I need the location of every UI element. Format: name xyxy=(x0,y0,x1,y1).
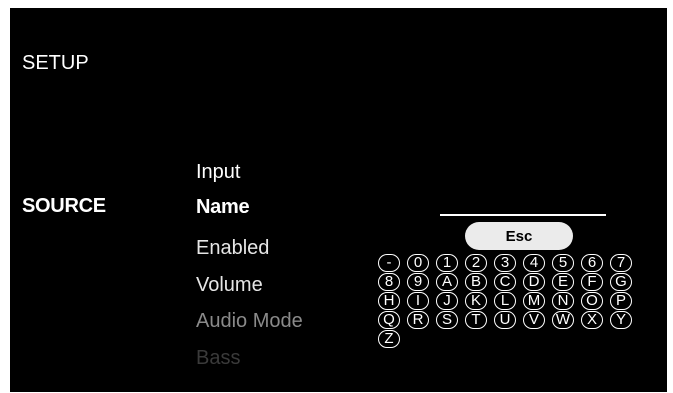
key-b[interactable]: B xyxy=(465,273,487,291)
section-label-source: SOURCE xyxy=(22,195,106,217)
key-u[interactable]: U xyxy=(494,311,516,329)
key-f[interactable]: F xyxy=(581,273,603,291)
page-title: SETUP xyxy=(22,52,89,74)
key-5[interactable]: 5 xyxy=(552,254,574,272)
key-a[interactable]: A xyxy=(436,273,458,291)
key-8[interactable]: 8 xyxy=(378,273,400,291)
key-o[interactable]: O xyxy=(581,292,603,310)
key-s[interactable]: S xyxy=(436,311,458,329)
key-e[interactable]: E xyxy=(552,273,574,291)
key-z[interactable]: Z xyxy=(378,330,400,348)
menu-item-audio-mode[interactable]: Audio Mode xyxy=(196,310,303,333)
menu-item-name[interactable]: Name xyxy=(196,196,250,219)
key-n[interactable]: N xyxy=(552,292,574,310)
menu-item-input[interactable]: Input xyxy=(196,161,240,184)
key-v[interactable]: V xyxy=(523,311,545,329)
key-9[interactable]: 9 xyxy=(407,273,429,291)
key-m[interactable]: M xyxy=(523,292,545,310)
key-p[interactable]: P xyxy=(610,292,632,310)
key-l[interactable]: L xyxy=(494,292,516,310)
key-2[interactable]: 2 xyxy=(465,254,487,272)
key-t[interactable]: T xyxy=(465,311,487,329)
key-6[interactable]: 6 xyxy=(581,254,603,272)
key-i[interactable]: I xyxy=(407,292,429,310)
key-dash[interactable]: - xyxy=(378,254,400,272)
key-3[interactable]: 3 xyxy=(494,254,516,272)
key-h[interactable]: H xyxy=(378,292,400,310)
key-0[interactable]: 0 xyxy=(407,254,429,272)
menu-item-volume[interactable]: Volume xyxy=(196,274,263,297)
key-w[interactable]: W xyxy=(552,311,574,329)
key-1[interactable]: 1 xyxy=(436,254,458,272)
setup-screen: SETUP SOURCE Input Name Enabled Volume A… xyxy=(10,8,667,392)
key-x[interactable]: X xyxy=(581,311,603,329)
key-g[interactable]: G xyxy=(610,273,632,291)
key-d[interactable]: D xyxy=(523,273,545,291)
key-4[interactable]: 4 xyxy=(523,254,545,272)
esc-button[interactable]: Esc xyxy=(465,222,573,250)
key-q[interactable]: Q xyxy=(378,311,400,329)
key-c[interactable]: C xyxy=(494,273,516,291)
menu-item-enabled[interactable]: Enabled xyxy=(196,237,269,260)
key-r[interactable]: R xyxy=(407,311,429,329)
key-j[interactable]: J xyxy=(436,292,458,310)
name-input-field[interactable] xyxy=(440,204,606,216)
key-k[interactable]: K xyxy=(465,292,487,310)
key-y[interactable]: Y xyxy=(610,311,632,329)
key-7[interactable]: 7 xyxy=(610,254,632,272)
menu-item-bass[interactable]: Bass xyxy=(196,347,240,370)
